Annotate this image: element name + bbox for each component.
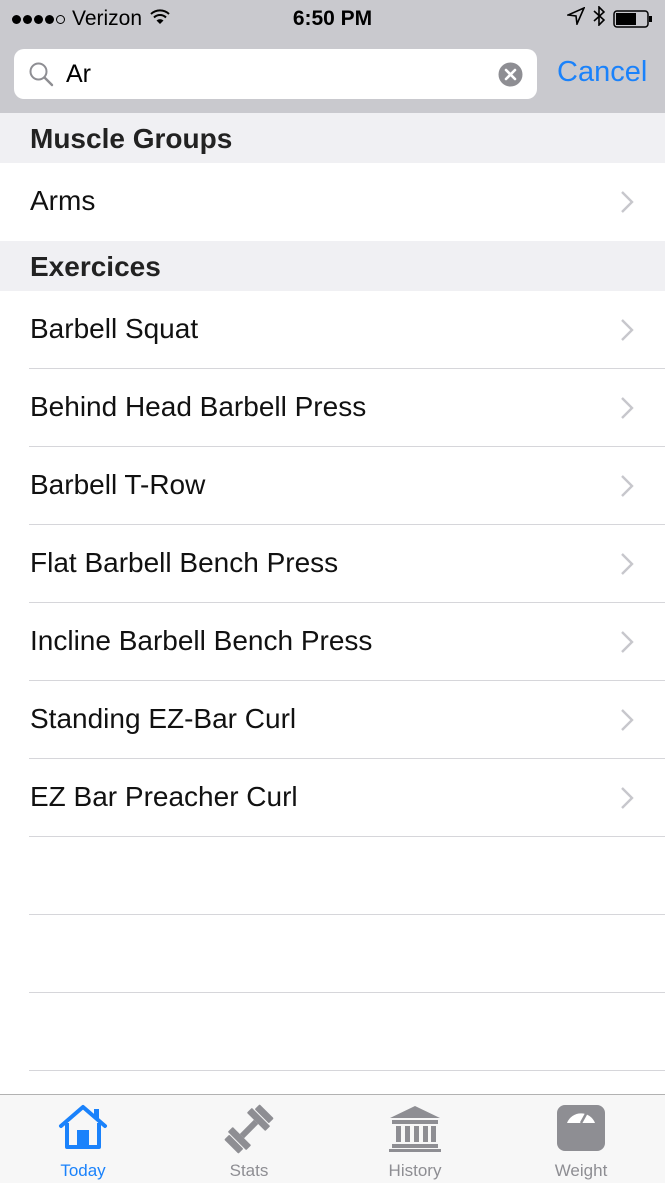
chevron-right-icon (620, 708, 634, 737)
dumbbell-icon (222, 1103, 276, 1160)
list-item[interactable]: Barbell T-Row (0, 447, 665, 525)
search-input[interactable] (66, 49, 486, 99)
list-item-label: Incline Barbell Bench Press (30, 625, 373, 656)
list-item[interactable]: EZ Bar Preacher Curl (0, 759, 665, 837)
chevron-right-icon (620, 552, 634, 581)
row-divider (29, 836, 665, 837)
row-divider (29, 914, 665, 915)
battery-icon (613, 10, 653, 28)
search-bar[interactable] (14, 49, 537, 99)
bluetooth-icon (593, 5, 606, 32)
list-item-arms[interactable]: Arms (0, 163, 665, 241)
status-time: 6:50 PM (292, 7, 373, 30)
tab-label: Stats (229, 1161, 269, 1180)
tab-label: History (388, 1161, 442, 1180)
tab-weight[interactable]: Weight (498, 1095, 664, 1183)
list-item-label: Standing EZ-Bar Curl (30, 703, 297, 734)
list-item[interactable]: Incline Barbell Bench Press (0, 603, 665, 681)
row-divider (29, 1070, 665, 1071)
section-header-exercises: Exercices (0, 241, 665, 291)
tab-label: Today (60, 1161, 106, 1180)
clear-search-icon[interactable] (498, 62, 523, 92)
chevron-right-icon (620, 318, 634, 347)
cancel-button[interactable]: Cancel (557, 56, 647, 89)
list-item[interactable]: Behind Head Barbell Press (0, 369, 665, 447)
row-divider (29, 992, 665, 993)
chevron-right-icon (620, 630, 634, 659)
list-item-label: EZ Bar Preacher Curl (30, 781, 298, 812)
tab-stats[interactable]: Stats (166, 1095, 332, 1183)
chevron-right-icon (620, 786, 634, 815)
tab-today[interactable]: Today (0, 1095, 166, 1183)
status-right (565, 5, 653, 32)
section-title: Exercices (30, 251, 161, 282)
location-arrow-icon (565, 6, 586, 31)
list-item-label: Barbell Squat (30, 313, 199, 344)
section-title: Muscle Groups (30, 123, 233, 154)
home-icon (57, 1103, 109, 1156)
chevron-right-icon (620, 396, 634, 425)
scale-icon (555, 1103, 607, 1158)
tab-bar: Today Stats History Weight (0, 1094, 665, 1183)
tab-label: Weight (554, 1161, 608, 1180)
chevron-right-icon (620, 474, 634, 503)
list-item-label: Barbell T-Row (30, 469, 206, 500)
section-header-muscle-groups: Muscle Groups (0, 113, 665, 163)
list-item-label: Arms (30, 185, 96, 216)
list-item[interactable]: Standing EZ-Bar Curl (0, 681, 665, 759)
tab-history[interactable]: History (332, 1095, 498, 1183)
list-item-label: Flat Barbell Bench Press (30, 547, 339, 578)
navigation-header: Verizon 6:50 PM Ar Cancel (0, 0, 665, 113)
status-bar: Verizon 6:50 PM (0, 0, 665, 38)
search-icon (28, 61, 54, 92)
list-item[interactable]: Barbell Squat (0, 291, 665, 369)
chevron-right-icon (620, 190, 634, 219)
list-item[interactable]: Flat Barbell Bench Press (0, 525, 665, 603)
list-item-label: Behind Head Barbell Press (30, 391, 367, 422)
bank-icon (388, 1103, 442, 1158)
